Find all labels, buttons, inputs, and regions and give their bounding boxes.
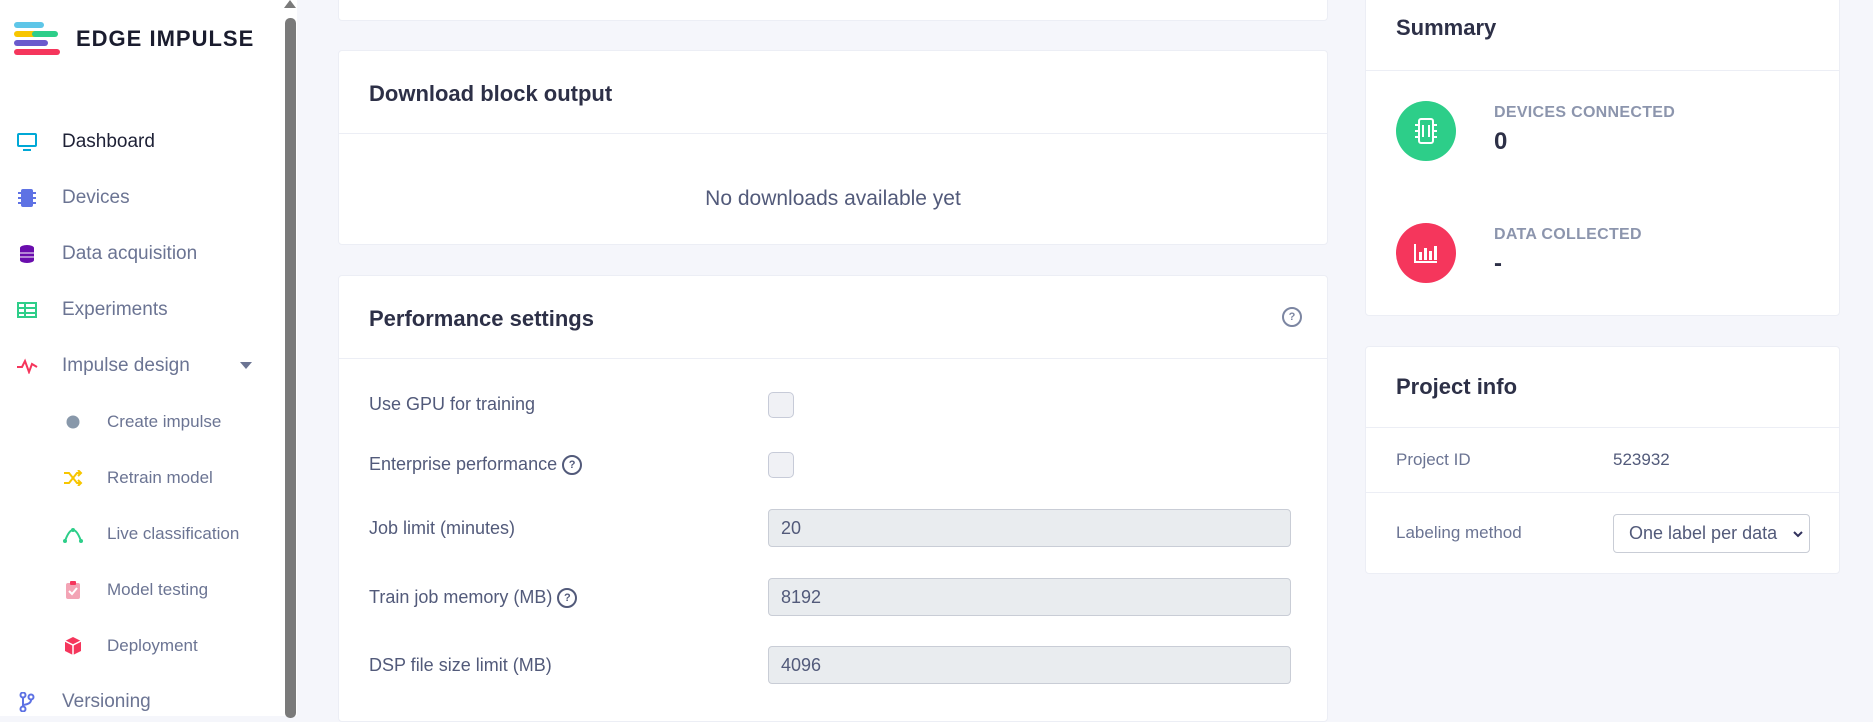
job-limit-label-text: Job limit (minutes): [369, 518, 516, 538]
summary-title: Summary: [1396, 15, 1497, 40]
project-info-card: Project info Project ID 523932 Labeling …: [1365, 346, 1840, 574]
sidebar-item-live-classification[interactable]: Live classification: [0, 514, 280, 554]
labeling-method-value: One label per data: [1629, 523, 1778, 543]
curve-icon: [62, 523, 84, 545]
performance-settings-card: Performance settings ? Use GPU for train…: [338, 275, 1328, 722]
divider: [339, 358, 1327, 359]
previous-card: [338, 0, 1328, 21]
project-id-label: Project ID: [1396, 450, 1471, 469]
sidebar-item-label: Impulse design: [62, 355, 190, 376]
enterprise-performance-label: Enterprise performance ?: [369, 454, 583, 475]
performance-settings-title: Performance settings: [369, 306, 594, 331]
project-id-value: 523932: [1613, 450, 1670, 469]
job-limit-label: Job limit (minutes): [369, 518, 515, 539]
help-icon[interactable]: ?: [562, 454, 583, 475]
train-job-memory-label: Train job memory (MB) ?: [369, 587, 578, 608]
enterprise-performance-label-text: Enterprise performance: [369, 454, 558, 474]
pulse-icon: [16, 355, 38, 377]
data-collected-value: -: [1494, 250, 1502, 277]
sidebar-item-label: Deployment: [107, 636, 198, 655]
sidebar-item-experiments[interactable]: Experiments: [0, 290, 280, 330]
sidebar-item-label: Data acquisition: [62, 243, 198, 264]
dsp-file-size-limit-input[interactable]: 4096: [768, 646, 1291, 684]
divider: [1366, 427, 1839, 428]
chevron-down-icon[interactable]: [240, 362, 252, 369]
sidebar-item-versioning[interactable]: Versioning: [0, 682, 280, 722]
scroll-up-arrow-icon[interactable]: [284, 0, 296, 8]
clipboard-check-icon: [62, 579, 84, 601]
sidebar-item-label: Model testing: [107, 580, 209, 599]
project-info-title: Project info: [1396, 374, 1518, 399]
sidebar-item-label: Devices: [62, 187, 130, 208]
devices-connected-circle: [1396, 101, 1456, 161]
chip-icon: [16, 187, 38, 209]
sidebar-item-retrain-model[interactable]: Retrain model: [0, 458, 280, 498]
dot-icon: [62, 411, 84, 433]
dsp-file-size-limit-label: DSP file size limit (MB): [369, 655, 552, 676]
sidebar-item-label: Versioning: [62, 691, 151, 712]
use-gpu-label-text: Use GPU for training: [369, 394, 536, 414]
train-job-memory-label-text: Train job memory (MB): [369, 587, 553, 607]
dsp-file-size-limit-label-text: DSP file size limit (MB): [369, 655, 552, 675]
sidebar-item-deployment[interactable]: Deployment: [0, 626, 280, 666]
summary-card: Summary DEVICES CONNECTED 0 DATA COLLECT…: [1365, 0, 1840, 316]
chip-icon: [1415, 118, 1437, 144]
divider: [1366, 70, 1839, 71]
branch-icon: [16, 691, 38, 713]
sidebar-item-label: Dashboard: [62, 131, 155, 152]
sidebar-item-label: Retrain model: [107, 468, 213, 487]
sidebar-item-model-testing[interactable]: Model testing: [0, 570, 280, 610]
use-gpu-checkbox[interactable]: [768, 392, 794, 418]
database-icon: [16, 243, 38, 265]
help-icon[interactable]: ?: [1282, 307, 1302, 327]
sidebar-item-label: Create impulse: [107, 412, 222, 431]
brand[interactable]: EDGE IMPULSE: [14, 22, 254, 56]
train-job-memory-input[interactable]: 8192: [768, 578, 1291, 616]
sidebar-item-create-impulse[interactable]: Create impulse: [0, 402, 280, 442]
cube-icon: [62, 635, 84, 657]
enterprise-performance-checkbox[interactable]: [768, 452, 794, 478]
labeling-method-label: Labeling method: [1396, 523, 1522, 542]
sidebar-item-dashboard[interactable]: Dashboard: [0, 122, 280, 162]
shuffle-icon: [62, 467, 84, 489]
download-block-card: Download block output No downloads avail…: [338, 50, 1328, 245]
divider: [339, 133, 1327, 134]
monitor-icon: [16, 131, 38, 153]
use-gpu-label: Use GPU for training: [369, 394, 535, 415]
download-block-title: Download block output: [369, 81, 613, 106]
devices-connected-label: DEVICES CONNECTED: [1494, 104, 1676, 121]
sidebar-scrollbar-thumb[interactable]: [285, 18, 296, 718]
no-downloads-text: No downloads available yet: [705, 187, 961, 210]
help-icon[interactable]: ?: [557, 587, 578, 608]
sidebar: EDGE IMPULSE Dashboard Devices Data acqu…: [0, 0, 286, 716]
chevron-down-icon: [1793, 531, 1803, 538]
labeling-method-select[interactable]: One label per data: [1613, 514, 1810, 553]
devices-connected-value: 0: [1494, 128, 1508, 155]
sidebar-item-devices[interactable]: Devices: [0, 178, 280, 218]
sidebar-item-impulse-design[interactable]: Impulse design: [0, 346, 280, 386]
bar-chart-icon: [1414, 244, 1437, 263]
table-icon: [16, 299, 38, 321]
brand-name: EDGE IMPULSE: [76, 26, 255, 51]
sidebar-item-label: Experiments: [62, 299, 168, 320]
sidebar-item-data-acquisition[interactable]: Data acquisition: [0, 234, 280, 274]
sidebar-item-label: Live classification: [107, 524, 240, 543]
divider: [1366, 492, 1839, 493]
edge-impulse-logo-icon: [14, 22, 60, 56]
data-collected-circle: [1396, 223, 1456, 283]
job-limit-input[interactable]: 20: [768, 509, 1291, 547]
data-collected-label: DATA COLLECTED: [1494, 226, 1642, 243]
